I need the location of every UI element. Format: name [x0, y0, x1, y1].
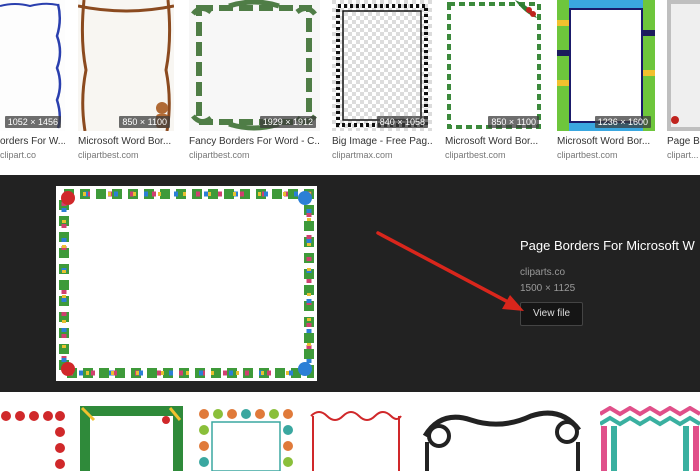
result-tile[interactable] — [421, 406, 584, 471]
image-search-results: 1052 × 1456 orders For W... clipart.co 8… — [0, 0, 700, 471]
result-thumbnail[interactable]: 840 × 1058 — [332, 0, 432, 131]
result-title[interactable]: Big Image - Free Pag... — [332, 136, 432, 147]
results-row-bottom — [0, 392, 700, 471]
result-title[interactable]: Microsoft Word Bor... — [445, 136, 543, 147]
result-tile[interactable]: 850 × 1100 Microsoft Word Bor... clipart… — [78, 0, 174, 160]
ribbon-border-thumbnail-icon — [78, 0, 174, 131]
result-title[interactable]: Page B... — [667, 136, 700, 147]
results-row-top: 1052 × 1456 orders For W... clipart.co 8… — [0, 0, 700, 175]
chevron-border-thumbnail-icon — [600, 406, 700, 471]
result-tile[interactable] — [0, 406, 65, 471]
result-source[interactable]: clipartbest.com — [445, 150, 543, 160]
gray-border-thumbnail-icon — [667, 0, 700, 131]
result-tile[interactable]: 840 × 1058 Big Image - Free Pag... clipa… — [332, 0, 432, 160]
result-source[interactable]: clipartbest.com — [78, 150, 174, 160]
result-thumbnail[interactable]: 1236 × 1600 — [557, 0, 655, 131]
result-source[interactable]: clipartbest.com — [557, 150, 655, 160]
result-thumbnail[interactable]: 1052 × 1456 — [0, 0, 65, 131]
image-dimensions: 1236 × 1600 — [594, 116, 651, 128]
result-tile[interactable] — [307, 406, 405, 471]
image-dimensions: 840 × 1058 — [376, 116, 428, 128]
result-tile[interactable]: 850 × 1100 Microsoft Word Bor... clipart… — [445, 0, 543, 160]
blue-border-thumbnail-icon — [0, 0, 65, 131]
result-thumbnail[interactable]: 850 × 1100 — [78, 0, 174, 131]
apple-border-thumbnail-icon — [0, 406, 65, 471]
result-title[interactable]: orders For W... — [0, 136, 65, 147]
result-title[interactable]: Microsoft Word Bor... — [78, 136, 174, 147]
image-dimensions: 1929 × 1912 — [259, 116, 316, 128]
result-source[interactable]: clipart.co — [0, 150, 65, 160]
result-tile[interactable]: 1052 × 1456 orders For W... clipart.co — [0, 0, 65, 160]
result-tile[interactable] — [196, 406, 294, 471]
result-tile[interactable]: 1236 × 1600 Microsoft Word Bor... clipar… — [557, 0, 655, 160]
annotation-arrow-icon — [376, 231, 524, 311]
image-dimensions: 850 × 1100 — [488, 116, 539, 128]
result-tile[interactable]: 1929 × 1912 Fancy Borders For Word - C..… — [189, 0, 320, 160]
image-dimensions: 850 × 1100 — [119, 116, 170, 128]
result-source[interactable]: clipart... — [667, 150, 700, 160]
image-dimensions: 1052 × 1456 — [4, 116, 61, 128]
result-thumbnail[interactable]: 1929 × 1912 — [189, 0, 320, 131]
result-tile[interactable]: Page B... clipart... — [667, 0, 700, 160]
black-ornate-border-thumbnail-icon — [332, 0, 432, 131]
result-title[interactable]: Microsoft Word Bor... — [557, 136, 655, 147]
baroque-border-thumbnail-icon — [421, 406, 584, 471]
result-tile[interactable] — [600, 406, 700, 471]
swirl-border-thumbnail-icon — [307, 406, 405, 471]
holly-border-thumbnail-icon — [445, 0, 543, 131]
result-source[interactable]: clipartmax.com — [332, 150, 432, 160]
result-thumbnail[interactable] — [667, 0, 700, 131]
result-source[interactable]: clipartbest.com — [189, 150, 320, 160]
result-title[interactable]: Fancy Borders For Word - C... — [189, 136, 320, 147]
green-frame-thumbnail-icon — [80, 406, 183, 471]
scroll-border-thumbnail-icon — [189, 0, 320, 131]
image-preview-panel: Page Borders For Microsoft W cliparts.co… — [0, 175, 700, 392]
result-tile[interactable] — [80, 406, 183, 471]
result-thumbnail[interactable]: 850 × 1100 — [445, 0, 543, 131]
polka-border-thumbnail-icon — [196, 406, 294, 471]
striped-border-thumbnail-icon — [557, 0, 655, 131]
